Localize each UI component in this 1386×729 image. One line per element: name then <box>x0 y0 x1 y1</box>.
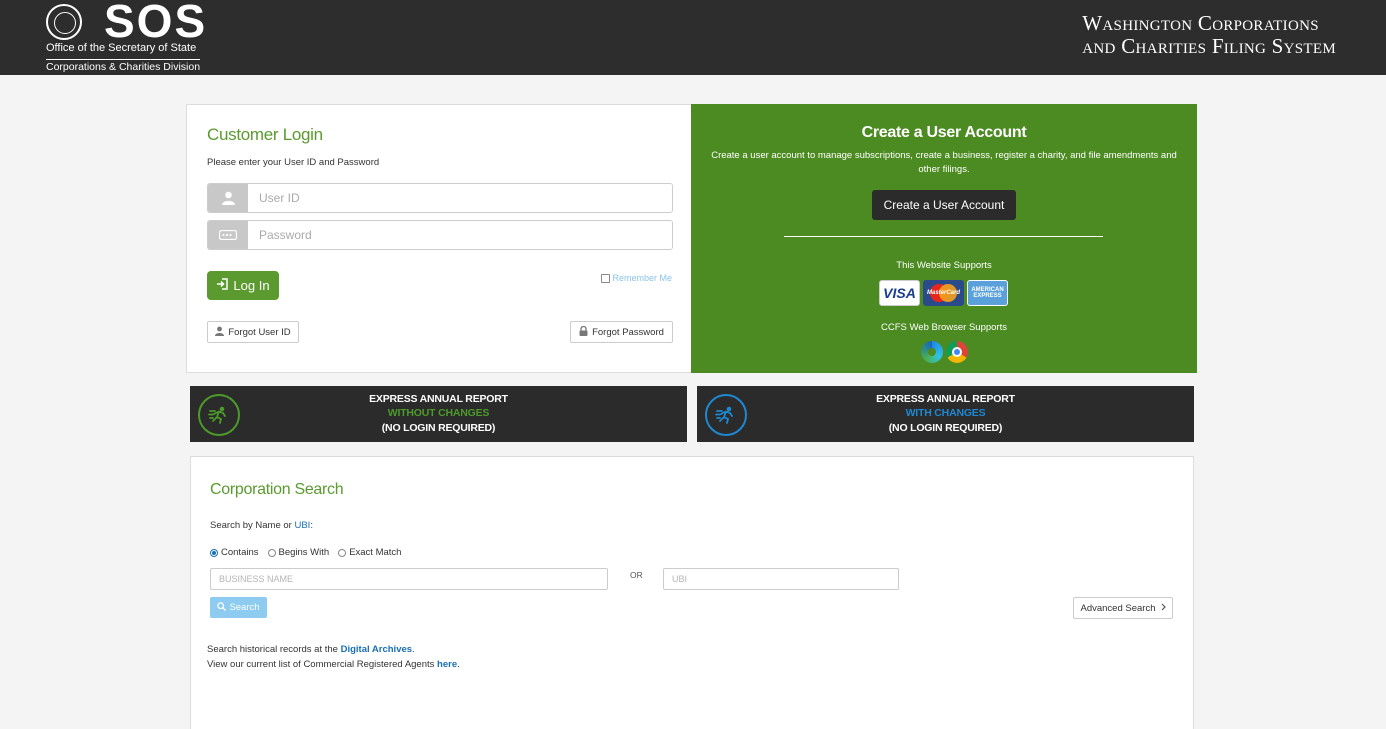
digital-archives-link[interactable]: Digital Archives <box>341 644 412 655</box>
password-input[interactable] <box>248 221 672 249</box>
mastercard-label: MasterCard <box>926 290 960 296</box>
create-account-panel: Create a User Account Create a user acco… <box>691 104 1197 373</box>
express-subtitle: WITHOUT CHANGES <box>387 407 490 419</box>
browser-supports-label: CCFS Web Browser Supports <box>880 322 1007 333</box>
state-seal-icon <box>46 4 82 40</box>
system-title-line1: Washington Corporations <box>1082 11 1319 35</box>
login-title: Customer Login <box>207 125 323 144</box>
login-subtitle: Please enter your User ID and Password <box>207 157 380 168</box>
radio-exact-match[interactable] <box>338 548 347 557</box>
supported-browsers <box>921 341 968 363</box>
create-account-title: Create a User Account <box>861 124 1027 141</box>
registered-agents-link[interactable]: here <box>437 659 457 670</box>
digital-archives-text: Search historical records at the Digital… <box>207 644 415 655</box>
corporation-search-panel: Corporation Search Search by Name or UBI… <box>190 456 1194 729</box>
edge-browser-icon <box>921 341 943 363</box>
password-field-group <box>207 220 673 250</box>
website-supports-label: This Website Supports <box>896 260 992 271</box>
search-subtitle: Search by Name or UBI: <box>210 520 313 531</box>
option-begins-with-label: Begins With <box>278 547 330 558</box>
business-name-field <box>210 568 608 590</box>
amex-card-icon: AMERICAN EXPRESS <box>967 280 1008 306</box>
hist1-prefix: Search historical records at the <box>207 644 341 655</box>
express-title: EXPRESS ANNUAL REPORT <box>369 393 508 405</box>
search-subtitle-prefix: Search by Name or <box>210 520 295 531</box>
user-icon <box>215 326 225 339</box>
mastercard-icon: MasterCard <box>923 280 964 306</box>
customer-login-panel: Customer Login Please enter your User ID… <box>186 104 692 373</box>
remember-me-checkbox[interactable] <box>601 273 611 283</box>
search-title: Corporation Search <box>210 481 344 498</box>
ubi-field <box>663 568 899 590</box>
hist2-suffix: . <box>457 659 460 670</box>
registered-agents-text: View our current list of Commercial Regi… <box>207 659 460 670</box>
or-label: OR <box>630 570 643 580</box>
chevron-right-icon <box>1161 603 1166 614</box>
hist1-suffix: . <box>412 644 415 655</box>
express-subtitle: WITH CHANGES <box>905 407 986 419</box>
remember-me[interactable]: Remember Me <box>601 273 672 283</box>
business-name-input[interactable] <box>211 569 607 589</box>
forgot-userid-button[interactable]: Forgot User ID <box>207 321 299 343</box>
userid-input[interactable] <box>248 184 672 212</box>
radio-begins-with[interactable] <box>267 548 276 557</box>
express-note: (NO LOGIN REQUIRED) <box>888 422 1003 434</box>
sos-logo[interactable]: SOS Office of the Secretary of State Cor… <box>42 0 205 73</box>
sign-in-icon <box>216 278 229 293</box>
search-button-label: Search <box>229 602 260 613</box>
radio-contains[interactable] <box>210 548 218 557</box>
search-button[interactable]: Search <box>210 597 267 618</box>
advanced-search-button[interactable]: Advanced Search <box>1073 597 1173 619</box>
express-title: EXPRESS ANNUAL REPORT <box>876 393 1015 405</box>
express-report-without-changes[interactable]: EXPRESS ANNUAL REPORT WITHOUT CHANGES (N… <box>190 386 687 442</box>
express-report-with-changes[interactable]: EXPRESS ANNUAL REPORT WITH CHANGES (NO L… <box>697 386 1194 442</box>
ubi-input[interactable] <box>664 569 898 589</box>
option-contains[interactable]: Contains <box>210 547 259 558</box>
logo-office-label: Office of the Secretary of State <box>46 42 197 54</box>
advanced-search-label: Advanced Search <box>1080 602 1156 614</box>
login-button[interactable]: Log In <box>207 271 279 300</box>
option-exact-match-label: Exact Match <box>349 547 402 558</box>
search-subtitle-suffix: : <box>310 520 313 531</box>
search-icon <box>217 601 227 614</box>
chrome-browser-icon <box>946 341 968 363</box>
userid-field-group <box>207 183 673 213</box>
option-begins-with[interactable]: Begins With <box>267 547 330 558</box>
user-icon <box>208 184 248 212</box>
site-header: SOS Office of the Secretary of State Cor… <box>0 0 1386 75</box>
create-account-button[interactable]: Create a User Account <box>872 190 1016 220</box>
logo-division-label: Corporations & Charities Division <box>46 59 201 73</box>
create-divider <box>784 236 1103 237</box>
payment-cards: VISA MasterCard AMERICAN EXPRESS <box>879 280 1008 306</box>
lock-icon <box>579 325 588 339</box>
forgot-password-button[interactable]: Forgot Password <box>570 321 673 343</box>
express-note: (NO LOGIN REQUIRED) <box>381 422 496 434</box>
logo-text: SOS <box>104 0 208 47</box>
login-button-label: Log In <box>233 278 270 293</box>
search-mode-options: Contains Begins With Exact Match <box>210 547 401 558</box>
create-account-description: Create a user account to manage subscrip… <box>711 150 1177 175</box>
hist2-prefix: View our current list of Commercial Regi… <box>207 659 438 670</box>
visa-card-icon: VISA <box>879 280 920 306</box>
search-subtitle-ubi: UBI <box>294 520 311 531</box>
forgot-userid-label: Forgot User ID <box>228 326 291 338</box>
password-key-icon <box>208 221 248 249</box>
option-exact-match[interactable]: Exact Match <box>338 547 401 558</box>
remember-me-label: Remember Me <box>612 273 672 283</box>
system-title-line2: and Charities Filing System <box>1082 34 1336 58</box>
forgot-password-label: Forgot Password <box>592 326 664 338</box>
option-contains-label: Contains <box>221 547 259 558</box>
system-title: Washington Corporations and Charities Fi… <box>1082 12 1336 58</box>
